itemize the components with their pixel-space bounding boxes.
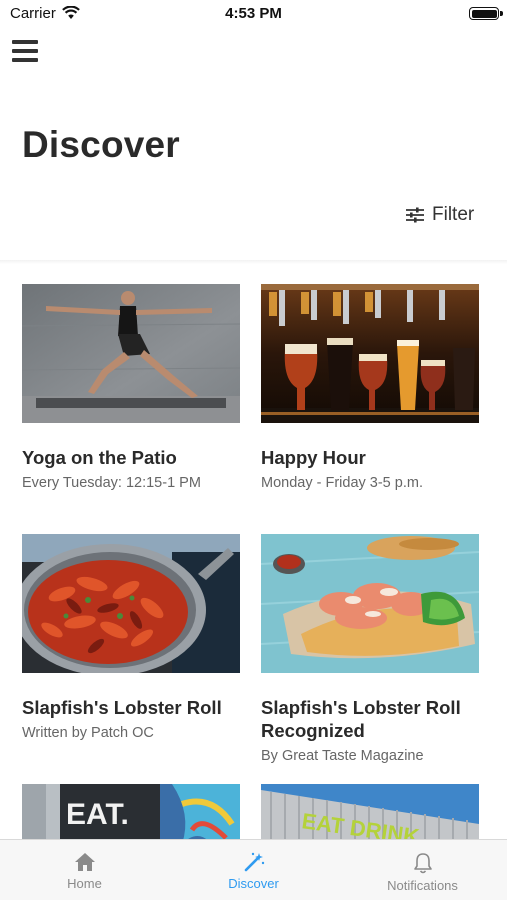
event-card-happy-hour[interactable]: Happy Hour Monday - Friday 3-5 p.m. (261, 284, 479, 491)
page-title: Discover (22, 124, 180, 165)
event-card-yoga[interactable]: Yoga on the Patio Every Tuesday: 12:15-1… (22, 284, 240, 491)
article-card-lobster-roll[interactable]: Slapfish's Lobster Roll Written by Patch… (22, 534, 240, 741)
eat-sign-text: EAT. (66, 798, 129, 831)
home-icon (74, 853, 95, 871)
card-title: Happy Hour (261, 447, 366, 468)
card-subtitle: Monday - Friday 3-5 p.m. (261, 475, 423, 491)
crawfish-pan-photo (22, 534, 240, 673)
card-subtitle: Every Tuesday: 12:15-1 PM (22, 475, 201, 491)
header-divider (0, 260, 507, 264)
tab-notifications[interactable]: Notifications (338, 840, 507, 900)
article-card-lobster-roll-recognized[interactable]: Slapfish's Lobster Roll Recognized By Gr… (261, 534, 479, 764)
tab-home[interactable]: Home (0, 840, 169, 900)
magic-wand-icon (244, 852, 264, 872)
status-time: 4:53 PM (225, 5, 282, 22)
status-bar: Carrier 4:53 PM (0, 0, 507, 28)
card-subtitle: Written by Patch OC (22, 725, 154, 741)
hamburger-menu-icon[interactable] (12, 40, 40, 64)
tab-bar: Home Discover Notifications (0, 839, 507, 900)
yoga-photo (22, 284, 240, 423)
beer-taps-photo (261, 284, 479, 423)
tab-label: Notifications (387, 878, 458, 893)
bell-icon (413, 853, 432, 874)
lobster-roll-photo (261, 534, 479, 673)
sliders-icon (406, 207, 424, 223)
tab-label: Discover (228, 876, 279, 891)
filter-button[interactable]: Filter (405, 203, 474, 227)
tab-label: Home (67, 876, 102, 891)
filter-label: Filter (432, 204, 475, 225)
card-subtitle: By Great Taste Magazine (261, 748, 424, 764)
card-title: Yoga on the Patio (22, 447, 177, 468)
card-title: Slapfish's Lobster Roll (22, 697, 222, 718)
battery-icon (469, 7, 503, 20)
tab-discover[interactable]: Discover (169, 840, 338, 900)
card-title: Slapfish's Lobster Roll Recognized (261, 697, 461, 741)
